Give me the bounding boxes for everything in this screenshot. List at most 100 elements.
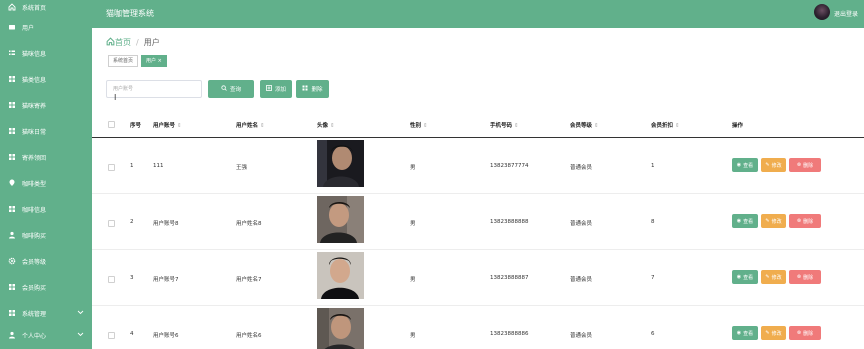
logout-link[interactable]: 退出登录 bbox=[834, 9, 858, 18]
delete-button[interactable]: 删除 bbox=[296, 80, 329, 98]
grid-icon bbox=[302, 85, 308, 93]
view-button[interactable]: ◉ 查看 bbox=[732, 158, 758, 172]
cell-name: 王强 bbox=[236, 165, 248, 171]
breadcrumb-home-label: 首页 bbox=[115, 38, 131, 47]
user-avatar-photo bbox=[317, 140, 364, 187]
column-header-gender[interactable]: 性别 ⇕ bbox=[410, 121, 428, 129]
row-checkbox[interactable] bbox=[108, 220, 115, 227]
select-all-checkbox[interactable] bbox=[108, 121, 115, 128]
avatar[interactable] bbox=[814, 4, 830, 20]
user-card-icon bbox=[8, 23, 16, 31]
home-icon bbox=[106, 37, 115, 48]
plus-box-icon bbox=[266, 85, 272, 93]
table-row: 2 用户账号8 用户姓名8 男 13823888888 普通会员 8 ◉ 查看 ✎… bbox=[92, 194, 864, 250]
sidebar-item-label: 会员等级 bbox=[22, 258, 47, 266]
breadcrumb-home[interactable]: 首页 bbox=[106, 37, 131, 48]
sidebar-item-label: 系统首页 bbox=[22, 4, 47, 12]
row-checkbox[interactable] bbox=[108, 332, 115, 339]
tag-home[interactable]: 系统首页 bbox=[108, 55, 139, 67]
breadcrumb-separator: / bbox=[136, 38, 139, 47]
sidebar-item-member-level[interactable]: 会员等级 bbox=[0, 248, 92, 274]
sidebar-item-coffee-info[interactable]: 咖啡信息 bbox=[0, 196, 92, 222]
cell-name: 用户姓名8 bbox=[236, 221, 262, 227]
sidebar-item-boarding-return[interactable]: 寄养领回 bbox=[0, 144, 92, 170]
view-button[interactable]: ◉ 查看 bbox=[732, 214, 758, 228]
edit-button[interactable]: ✎ 修改 bbox=[761, 214, 786, 228]
sidebar-item-system[interactable]: 系统管理 bbox=[0, 300, 92, 326]
view-button[interactable]: ◉ 查看 bbox=[732, 326, 758, 340]
cell-gender: 男 bbox=[410, 221, 416, 227]
sidebar-item-cat-types[interactable]: 猫类信息 bbox=[0, 66, 92, 92]
close-circle-icon: ⊗ bbox=[796, 218, 802, 224]
view-button[interactable]: ◉ 查看 bbox=[732, 270, 758, 284]
sidebar-item-member-purchase[interactable]: 会员购买 bbox=[0, 274, 92, 300]
grid-icon bbox=[8, 309, 16, 317]
sort-icon: ⇕ bbox=[675, 123, 680, 129]
edit-button[interactable]: ✎ 修改 bbox=[761, 158, 786, 172]
table-row: 1 111 王强 男 13823877774 普通会员 1 ◉ 查看 ✎ 修改 ⊗ 删… bbox=[92, 138, 864, 194]
cell-phone: 13823888886 bbox=[490, 331, 529, 337]
cell-phone: 13823877774 bbox=[490, 163, 529, 169]
app-title: 猫咖管理系统 bbox=[106, 9, 154, 18]
sidebar-item-cat-info[interactable]: 猫咪信息 bbox=[0, 40, 92, 66]
cell-account: 用户账号6 bbox=[153, 333, 179, 339]
add-button-label: 添加 bbox=[274, 87, 286, 93]
breadcrumb: 首页 / 用户 bbox=[106, 37, 160, 48]
sidebar-item-label: 用户 bbox=[22, 24, 35, 32]
breadcrumb-current: 用户 bbox=[143, 38, 160, 47]
row-checkbox[interactable] bbox=[108, 276, 115, 283]
row-delete-button[interactable]: ⊗ 删除 bbox=[789, 214, 821, 228]
column-header-avatar[interactable]: 头像 ⇕ bbox=[317, 121, 335, 129]
cell-level: 普通会员 bbox=[570, 165, 593, 171]
cell-phone: 13823888887 bbox=[490, 275, 529, 281]
cell-gender: 男 bbox=[410, 165, 416, 171]
search-button[interactable]: 查询 bbox=[208, 80, 254, 98]
column-header-phone[interactable]: 手机号码 ⇕ bbox=[490, 121, 519, 129]
row-delete-button[interactable]: ⊗ 删除 bbox=[789, 158, 821, 172]
cell-account: 用户账号7 bbox=[153, 277, 179, 283]
sidebar-item-cat-daily[interactable]: 猫咪日常 bbox=[0, 118, 92, 144]
chevron-down-icon bbox=[77, 310, 85, 317]
search-input[interactable]: 用户账号 bbox=[106, 80, 202, 98]
sidebar-item-label: 个人中心 bbox=[22, 332, 47, 340]
cell-account: 用户账号8 bbox=[153, 221, 179, 227]
cell-index: 4 bbox=[130, 331, 134, 337]
gear-icon bbox=[8, 257, 16, 265]
cell-level: 普通会员 bbox=[570, 277, 593, 283]
cell-gender: 男 bbox=[410, 277, 416, 283]
row-checkbox[interactable] bbox=[108, 164, 115, 171]
top-bar: 猫咖管理系统 退出登录 bbox=[92, 0, 864, 28]
sort-icon: ⇕ bbox=[594, 123, 599, 129]
sidebar-item-coffee-purchase[interactable]: 咖啡购买 bbox=[0, 222, 92, 248]
sidebar-item-users[interactable]: 用户 bbox=[0, 14, 92, 40]
edit-button[interactable]: ✎ 修改 bbox=[761, 270, 786, 284]
column-header-account[interactable]: 用户账号 ⇕ bbox=[153, 121, 182, 129]
add-button[interactable]: 添加 bbox=[260, 80, 292, 98]
edit-button[interactable]: ✎ 修改 bbox=[761, 326, 786, 340]
grid-icon bbox=[8, 153, 16, 161]
user-avatar-photo bbox=[317, 308, 364, 349]
tag-users[interactable]: 用户 × bbox=[141, 55, 167, 67]
column-header-discount[interactable]: 会员折扣 ⇕ bbox=[651, 121, 680, 129]
sort-icon: ⇕ bbox=[330, 123, 335, 129]
sidebar: 系统首页 用户 猫咪信息 猫类信息 猫咪寄养 猫咪日常 寄养领回 咖啡类型 咖啡… bbox=[0, 0, 92, 349]
search-icon bbox=[221, 85, 227, 93]
sidebar-item-cat-boarding[interactable]: 猫咪寄养 bbox=[0, 92, 92, 118]
user-avatar-photo bbox=[317, 252, 364, 299]
sidebar-item-label: 寄养领回 bbox=[22, 154, 47, 162]
cell-name: 用户姓名6 bbox=[236, 333, 262, 339]
delete-button-label: 删除 bbox=[311, 87, 323, 93]
row-delete-button[interactable]: ⊗ 删除 bbox=[789, 326, 821, 340]
sidebar-item-coffee-types[interactable]: 咖啡类型 bbox=[0, 170, 92, 196]
cell-index: 3 bbox=[130, 275, 134, 281]
chevron-down-icon bbox=[77, 332, 85, 339]
eye-icon: ◉ bbox=[736, 330, 742, 336]
close-circle-icon: ⊗ bbox=[796, 274, 802, 280]
grid-icon bbox=[8, 101, 16, 109]
eye-icon: ◉ bbox=[736, 162, 742, 168]
column-header-level[interactable]: 会员等级 ⇕ bbox=[570, 121, 599, 129]
sidebar-item-personal[interactable]: 个人中心 bbox=[0, 326, 92, 344]
sidebar-item-home[interactable]: 系统首页 bbox=[0, 0, 92, 14]
column-header-name[interactable]: 用户姓名 ⇕ bbox=[236, 121, 265, 129]
row-delete-button[interactable]: ⊗ 删除 bbox=[789, 270, 821, 284]
